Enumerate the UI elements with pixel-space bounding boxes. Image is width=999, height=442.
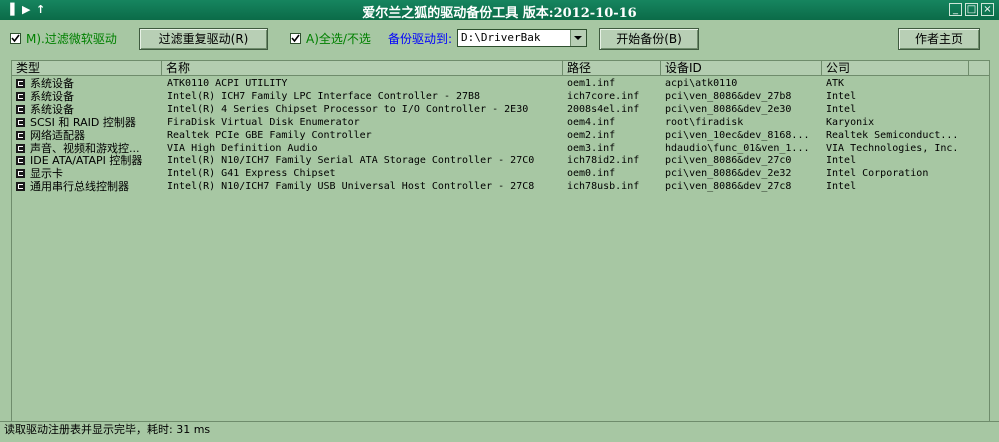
cell-company: Intel [826,103,857,115]
cell-company: Intel [826,155,857,167]
cell-type: SCSI 和 RAID 控制器 [30,115,136,129]
cell-type: 声音、视频和游戏控... [30,141,140,155]
cell-name: Intel(R) 4 Series Chipset Processor to I… [167,103,529,115]
table-row[interactable]: 系统设备 Intel(R) 4 Series Chipset Processor … [12,103,989,116]
cell-path: oem1.inf [567,78,616,89]
cell-type: IDE ATA/ATAPI 控制器 [30,154,143,168]
cell-path: ich7core.inf [567,90,640,102]
device-icon [16,143,25,153]
cell-company: Intel [826,181,857,193]
maximize-button[interactable]: □ [965,3,978,16]
table-row[interactable]: 声音、视频和游戏控... VIA High Definition Audio oem… [12,142,989,155]
cell-path: oem3.inf [567,142,616,154]
column-header-type[interactable]: 类型 [12,61,162,76]
cell-path: oem2.inf [567,129,616,141]
table-row[interactable]: SCSI 和 RAID 控制器 FiraDisk Virtual Disk Enu… [12,116,989,129]
select-all-checkbox[interactable] [290,33,301,44]
table-row[interactable]: 网络适配器 Realtek PCIe GBE Family Controller o… [12,129,989,142]
device-icon [16,182,25,192]
cell-type: 系统设备 [30,102,74,116]
device-icon [16,130,25,140]
device-icon [16,169,25,179]
backup-to-label: 备份驱动到: [388,32,453,46]
list-header: 类型 名称 路径 设备ID 公司 [12,61,989,77]
driver-list[interactable]: 类型 名称 路径 设备ID 公司 系统设备 ATK0110 ACPI UTILIT… [11,60,990,422]
table-row[interactable]: 通用串行总线控制器 Intel(R) N10/ICH7 Family USB Un… [12,180,989,193]
cell-type: 系统设备 [30,89,74,103]
cell-path: oem4.inf [567,116,616,128]
cell-company: Intel [826,90,857,102]
device-icon [16,156,25,166]
backup-path-combo[interactable]: D:\DriverBak [457,29,587,47]
column-header-device-id[interactable]: 设备ID [661,61,822,76]
cell-name: ATK0110 ACPI UTILITY [167,78,288,89]
cell-device-id: hdaudio\func_01&ven_1... [665,142,810,154]
cell-device-id: pci\ven_8086&dev_2e30 [665,103,792,115]
cell-type: 通用串行总线控制器 [30,180,129,194]
cell-path: ich78usb.inf [567,181,640,193]
cell-name: Intel(R) N10/ICH7 Family Serial ATA Stor… [167,155,535,167]
close-button[interactable]: × [981,3,994,16]
cell-device-id: pci\ven_8086&dev_27c0 [665,155,792,167]
filter-duplicates-button[interactable]: 过滤重复驱动(R) [139,28,268,50]
checkmark-icon [291,34,300,43]
cell-device-id: pci\ven_10ec&dev_8168... [665,129,810,141]
cell-company: ATK [826,78,845,89]
cell-type: 系统设备 [30,77,74,90]
device-icon [16,79,25,88]
cell-type: 网络适配器 [30,128,85,142]
cell-company: Realtek Semiconduct... [826,129,959,141]
filter-ms-checkbox[interactable] [10,33,21,44]
cell-company: Intel Corporation [826,168,929,180]
column-header-filler [969,61,989,76]
table-row[interactable]: 系统设备 Intel(R) ICH7 Family LPC Interface C… [12,90,989,103]
column-header-name[interactable]: 名称 [162,61,563,76]
status-text: 读取驱动注册表并显示完毕，耗时: 31 ms [4,423,211,436]
chevron-down-icon[interactable] [570,30,586,46]
cell-company: Karyonix [826,116,875,128]
device-icon [16,104,25,114]
status-bar: 读取驱动注册表并显示完毕，耗时: 31 ms [0,421,999,442]
cell-path: oem0.inf [567,168,616,180]
cell-device-id: acpi\atk0110 [665,78,738,89]
device-icon [16,117,25,127]
cell-name: Realtek PCIe GBE Family Controller [167,129,372,141]
cell-name: VIA High Definition Audio [167,142,318,154]
column-header-company[interactable]: 公司 [822,61,969,76]
cell-name: Intel(R) N10/ICH7 Family USB Universal H… [167,181,535,193]
filter-ms-label[interactable]: M).过滤微软驱动 [26,30,117,47]
checkmark-icon [11,34,20,43]
minimize-button[interactable]: _ [949,3,962,16]
cell-device-id: root\firadisk [665,116,744,128]
select-all-label[interactable]: A)全选/不选 [306,30,371,47]
backup-path-value: D:\DriverBak [461,31,541,44]
author-home-button[interactable]: 作者主页 [898,28,980,50]
cell-name: Intel(R) G41 Express Chipset [167,168,336,180]
column-header-path[interactable]: 路径 [563,61,661,76]
cell-path: ich78id2.inf [567,155,640,167]
cell-type: 显示卡 [30,167,63,181]
table-row[interactable]: IDE ATA/ATAPI 控制器 Intel(R) N10/ICH7 Famil… [12,154,989,167]
cell-device-id: pci\ven_8086&dev_2e32 [665,168,792,180]
window-title: 爱尔兰之狐的驱动备份工具 版本:2012-10-16 [362,6,637,21]
cell-device-id: pci\ven_8086&dev_27c8 [665,181,792,193]
cell-name: Intel(R) ICH7 Family LPC Interface Contr… [167,90,481,102]
cell-name: FiraDisk Virtual Disk Enumerator [167,116,360,128]
cell-company: VIA Technologies, Inc. [826,142,959,154]
table-row[interactable]: 显示卡 Intel(R) G41 Express Chipset oem0.inf p… [12,167,989,180]
title-bar: ▐ ▶ ↑ 爱尔兰之狐的驱动备份工具 版本:2012-10-16 _ □ × [0,0,999,21]
cell-device-id: pci\ven_8086&dev_27b8 [665,90,792,102]
cell-path: 2008s4el.inf [567,103,640,115]
start-backup-button[interactable]: 开始备份(B) [599,28,699,50]
device-icon [16,91,25,101]
table-row[interactable]: 系统设备 ATK0110 ACPI UTILITY oem1.inf acpi\atk… [12,77,989,90]
